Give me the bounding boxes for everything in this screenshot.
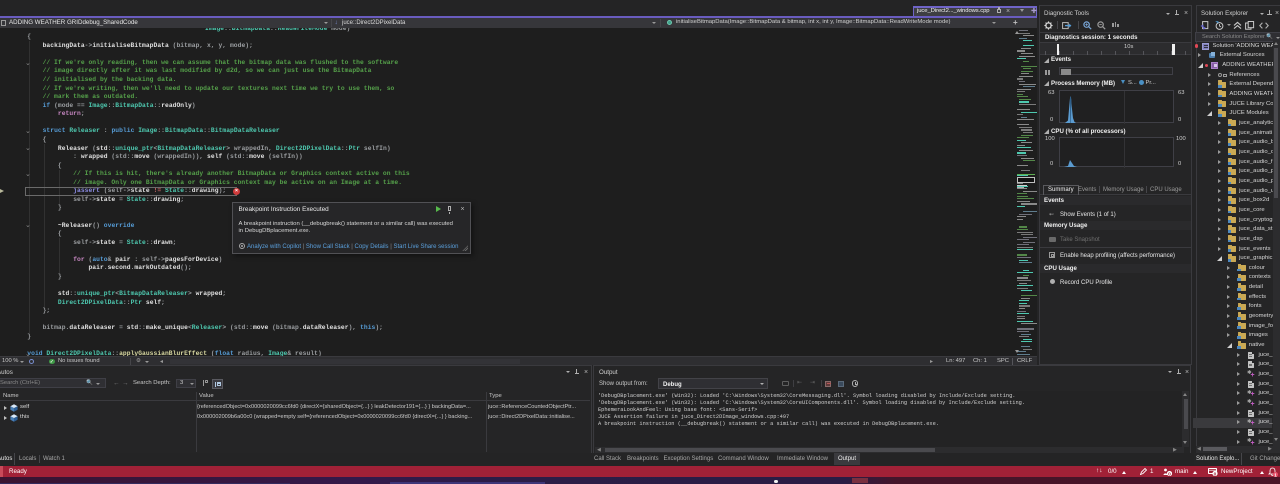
svg-text:0: 0 — [1214, 471, 1217, 476]
svg-text:0: 0 — [1168, 471, 1171, 476]
